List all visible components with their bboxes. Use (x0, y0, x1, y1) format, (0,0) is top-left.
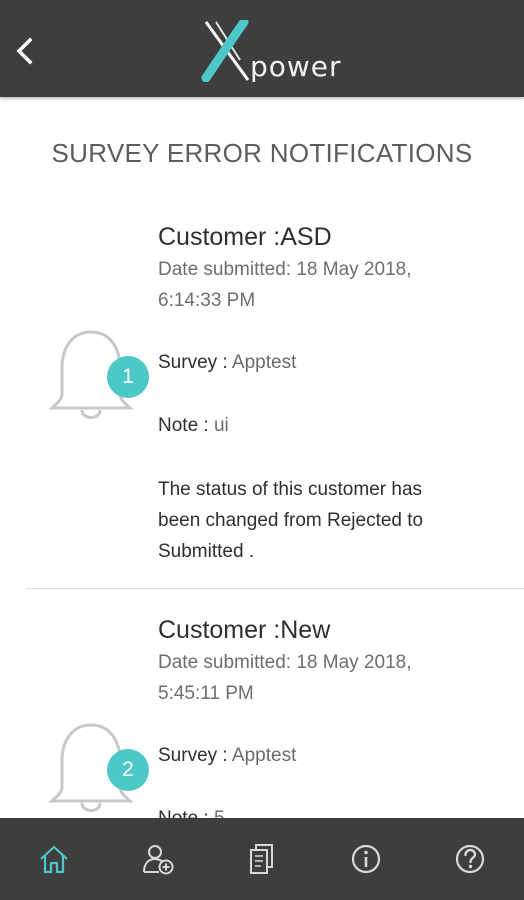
x-logo-mark (201, 20, 250, 82)
note-label: Note : (158, 415, 214, 436)
time-line: 5:45:11 PM (158, 683, 254, 704)
survey-value: Apptest (231, 352, 297, 373)
note-value: ui (213, 415, 229, 436)
xpower-logo: power (200, 20, 350, 83)
notification-item[interactable]: 1 Customer :ASD Date submitted: 18 May 2… (0, 200, 524, 589)
status-line: Submitted . (158, 541, 255, 562)
survey-value: Apptest (231, 745, 297, 766)
notification-list[interactable]: 1 Customer :ASD Date submitted: 18 May 2… (0, 200, 524, 818)
home-icon (40, 845, 68, 874)
survey-label: Survey : (158, 745, 232, 766)
chevron-left-icon (16, 37, 33, 65)
note-row: Note : ui (158, 413, 508, 439)
time-line: 6:14:33 PM (158, 290, 256, 311)
note-label: Note : (158, 808, 214, 818)
customer-name: Customer :ASD (158, 223, 332, 251)
note-row: Note : 5 (158, 806, 508, 818)
survey-row: Survey : Apptest (158, 743, 508, 769)
date-submitted: Date submitted: 18 May 2018, 5:45:11 PM (158, 647, 508, 709)
top-app-bar: power (0, 0, 524, 97)
nav-info-button[interactable] (349, 842, 383, 876)
logo-text: power (250, 50, 342, 83)
date-line: Date submitted: 18 May 2018, (158, 652, 412, 673)
notification-count-badge: 1 (107, 356, 149, 398)
note-value: 5 (214, 808, 225, 818)
nav-home-button[interactable] (37, 842, 71, 876)
customer-name: Customer :New (158, 616, 331, 644)
status-line: been changed from Rejected to (158, 510, 424, 531)
back-button[interactable] (8, 30, 44, 70)
nav-surveys-button[interactable] (245, 842, 279, 876)
help-icon (455, 844, 485, 874)
add-user-icon (143, 845, 174, 875)
notification-count-badge: 2 (107, 749, 149, 791)
survey-label: Survey : (158, 352, 232, 373)
nav-add-customer-button[interactable] (141, 842, 175, 876)
status-message: The status of this customer has been cha… (158, 474, 508, 567)
page-title: SURVEY ERROR NOTIFICATIONS (51, 138, 473, 168)
documents-icon (250, 844, 273, 874)
nav-help-button[interactable] (453, 842, 487, 876)
status-line: The status of this customer has (158, 479, 423, 500)
bottom-navigation-bar (0, 818, 524, 900)
survey-row: Survey : Apptest (158, 350, 508, 376)
date-line: Date submitted: 18 May 2018, (158, 259, 412, 280)
date-submitted: Date submitted: 18 May 2018, 6:14:33 PM (158, 254, 508, 316)
notification-content: Customer :ASD Date submitted: 18 May 201… (158, 222, 508, 567)
notification-item[interactable]: 2 Customer :New Date submitted: 18 May 2… (0, 589, 524, 818)
notification-content: Customer :New Date submitted: 18 May 201… (158, 615, 508, 818)
info-icon (351, 844, 381, 874)
